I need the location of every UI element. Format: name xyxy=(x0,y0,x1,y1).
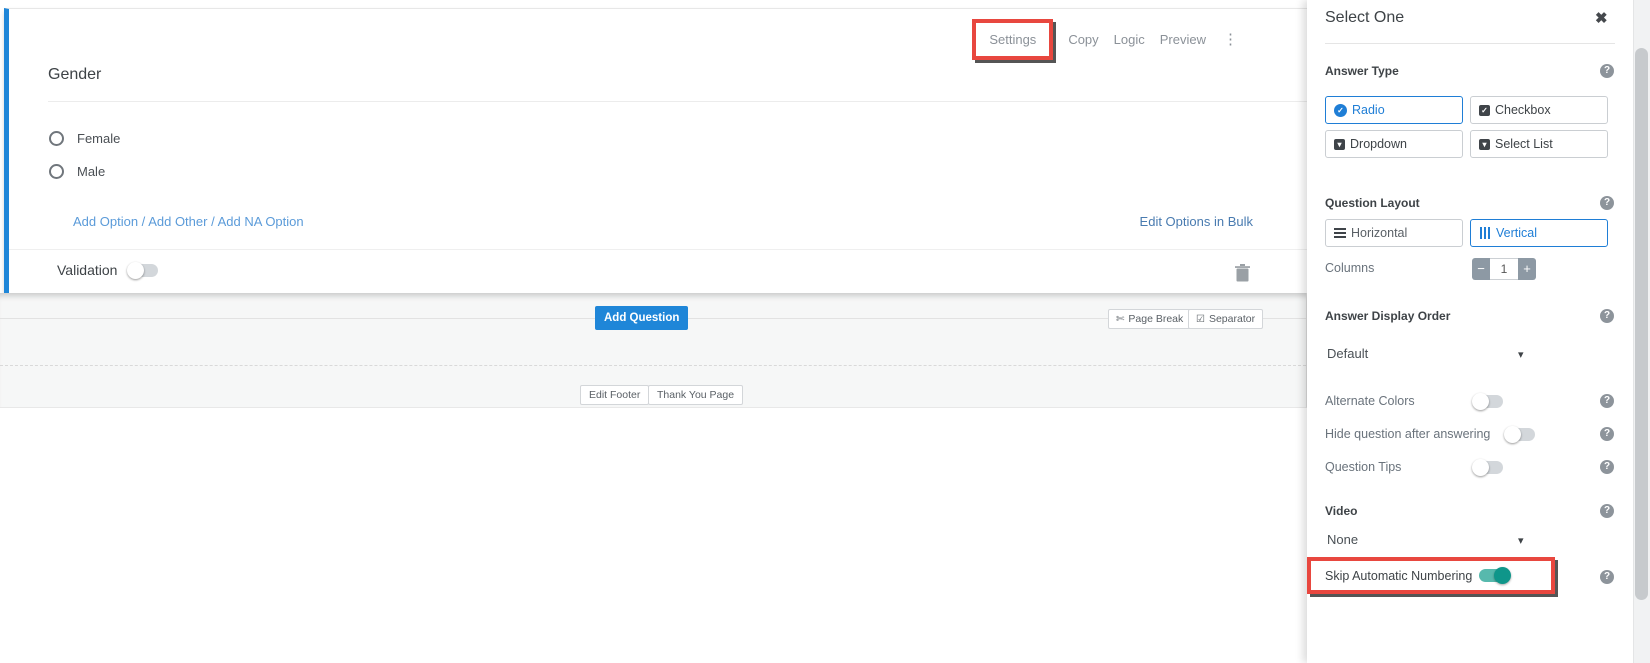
question-tips-toggle[interactable] xyxy=(1473,461,1503,474)
preview-button[interactable]: Preview xyxy=(1160,32,1206,47)
page-break-icon: ✄ xyxy=(1116,314,1124,325)
answer-type-dropdown-button[interactable]: ▾ Dropdown xyxy=(1325,130,1463,158)
question-layout-label: Question Layout xyxy=(1325,196,1420,210)
answer-type-option-label: Checkbox xyxy=(1495,103,1551,117)
layout-vertical-button[interactable]: Vertical xyxy=(1470,219,1608,247)
logic-button[interactable]: Logic xyxy=(1114,32,1145,47)
answer-type-option-label: Radio xyxy=(1352,103,1385,117)
option-links: Add Option / Add Other / Add NA Option xyxy=(73,214,304,229)
add-option-link[interactable]: Add Option xyxy=(73,214,138,229)
settings-highlight-box: Settings xyxy=(972,19,1053,60)
radio-option-circle[interactable] xyxy=(49,131,64,146)
dropdown-icon: ▾ xyxy=(1334,139,1345,150)
checkbox-icon: ✓ xyxy=(1479,105,1490,116)
help-icon[interactable]: ? xyxy=(1600,309,1614,323)
help-icon[interactable]: ? xyxy=(1600,460,1614,474)
vertical-lines-icon xyxy=(1479,227,1491,239)
radio-option-circle[interactable] xyxy=(49,164,64,179)
kebab-menu-icon[interactable]: ⋮ xyxy=(1221,30,1240,48)
help-icon[interactable]: ? xyxy=(1600,64,1614,78)
columns-value-input[interactable] xyxy=(1490,258,1518,280)
survey-canvas: Add Question ✄ Page Break ☑ Separator Ed… xyxy=(0,293,1307,408)
answer-option-row: Male xyxy=(49,164,105,179)
close-icon[interactable]: ✖ xyxy=(1595,9,1608,27)
edit-footer-button[interactable]: Edit Footer xyxy=(580,385,649,405)
page-break-label: Page Break xyxy=(1128,313,1183,325)
skip-automatic-numbering-label: Skip Automatic Numbering xyxy=(1325,569,1472,583)
layout-option-label: Horizontal xyxy=(1351,226,1407,240)
answer-type-checkbox-button[interactable]: ✓ Checkbox xyxy=(1470,96,1608,124)
skip-automatic-numbering-toggle[interactable] xyxy=(1479,569,1509,582)
panel-title: Select One xyxy=(1325,9,1404,27)
answer-display-order-label: Answer Display Order xyxy=(1325,309,1450,323)
layout-option-label: Vertical xyxy=(1496,226,1537,240)
validation-row: Validation xyxy=(57,262,158,278)
help-icon[interactable]: ? xyxy=(1600,427,1614,441)
settings-panel: Select One ✖ Answer Type ? ✓ Radio ✓ Che… xyxy=(1307,0,1633,663)
answer-display-order-select[interactable]: Default xyxy=(1327,346,1368,361)
hide-question-toggle[interactable] xyxy=(1505,428,1535,441)
alternate-colors-label: Alternate Colors xyxy=(1325,394,1415,408)
help-icon[interactable]: ? xyxy=(1600,394,1614,408)
help-icon[interactable]: ? xyxy=(1600,196,1614,210)
option-label[interactable]: Male xyxy=(77,164,105,179)
canvas-dashed-line xyxy=(0,365,1306,366)
question-card: Settings Copy Logic Preview ⋮ Gender Fem… xyxy=(4,8,1307,293)
question-actions: Settings Copy Logic Preview ⋮ xyxy=(972,13,1240,65)
alternate-colors-toggle[interactable] xyxy=(1473,395,1503,408)
copy-button[interactable]: Copy xyxy=(1068,32,1098,47)
validation-label: Validation xyxy=(57,262,117,278)
answer-type-select-list-button[interactable]: ▾ Select List xyxy=(1470,130,1608,158)
columns-label: Columns xyxy=(1325,261,1374,275)
hide-question-after-answering-label: Hide question after answering xyxy=(1325,427,1490,441)
answer-type-radio-button[interactable]: ✓ Radio xyxy=(1325,96,1463,124)
video-select[interactable]: None xyxy=(1327,532,1358,547)
chevron-down-icon[interactable]: ▾ xyxy=(1518,348,1524,361)
select-list-icon: ▾ xyxy=(1479,139,1490,150)
layout-horizontal-button[interactable]: Horizontal xyxy=(1325,219,1463,247)
validation-toggle[interactable] xyxy=(128,264,158,277)
add-na-option-link[interactable]: Add NA Option xyxy=(218,214,304,229)
columns-decrement-button[interactable]: − xyxy=(1472,258,1490,280)
separator-button[interactable]: ☑ Separator xyxy=(1188,309,1263,329)
settings-button[interactable]: Settings xyxy=(989,32,1036,47)
chevron-down-icon[interactable]: ▾ xyxy=(1518,534,1524,547)
link-separator: / xyxy=(142,214,146,229)
page-break-button[interactable]: ✄ Page Break xyxy=(1108,309,1191,329)
add-other-link[interactable]: Add Other xyxy=(148,214,207,229)
answer-type-label: Answer Type xyxy=(1325,64,1399,78)
question-title[interactable]: Gender xyxy=(48,66,101,84)
question-title-underline xyxy=(48,101,1307,102)
thank-you-page-button[interactable]: Thank You Page xyxy=(648,385,743,405)
edit-options-in-bulk-link[interactable]: Edit Options in Bulk xyxy=(1140,214,1253,229)
answer-type-option-label: Select List xyxy=(1495,137,1553,151)
skip-numbering-highlight-box: Skip Automatic Numbering xyxy=(1307,557,1555,594)
help-icon[interactable]: ? xyxy=(1600,504,1614,518)
columns-increment-button[interactable]: + xyxy=(1518,258,1536,280)
answer-type-option-label: Dropdown xyxy=(1350,137,1407,151)
columns-stepper: − + xyxy=(1472,258,1536,280)
separator-check-icon: ☑ xyxy=(1196,314,1205,325)
separator-label: Separator xyxy=(1209,313,1255,325)
card-divider xyxy=(9,249,1307,250)
add-question-button[interactable]: Add Question xyxy=(595,306,688,330)
answer-option-row: Female xyxy=(49,131,120,146)
panel-divider xyxy=(1325,43,1615,44)
scrollbar-thumb[interactable] xyxy=(1635,48,1648,600)
question-tips-label: Question Tips xyxy=(1325,460,1401,474)
trash-icon[interactable] xyxy=(1235,264,1250,287)
radio-selected-icon: ✓ xyxy=(1334,104,1347,117)
link-separator: / xyxy=(211,214,215,229)
horizontal-lines-icon xyxy=(1334,226,1346,240)
video-label: Video xyxy=(1325,504,1357,518)
help-icon[interactable]: ? xyxy=(1600,570,1614,584)
option-label[interactable]: Female xyxy=(77,131,120,146)
